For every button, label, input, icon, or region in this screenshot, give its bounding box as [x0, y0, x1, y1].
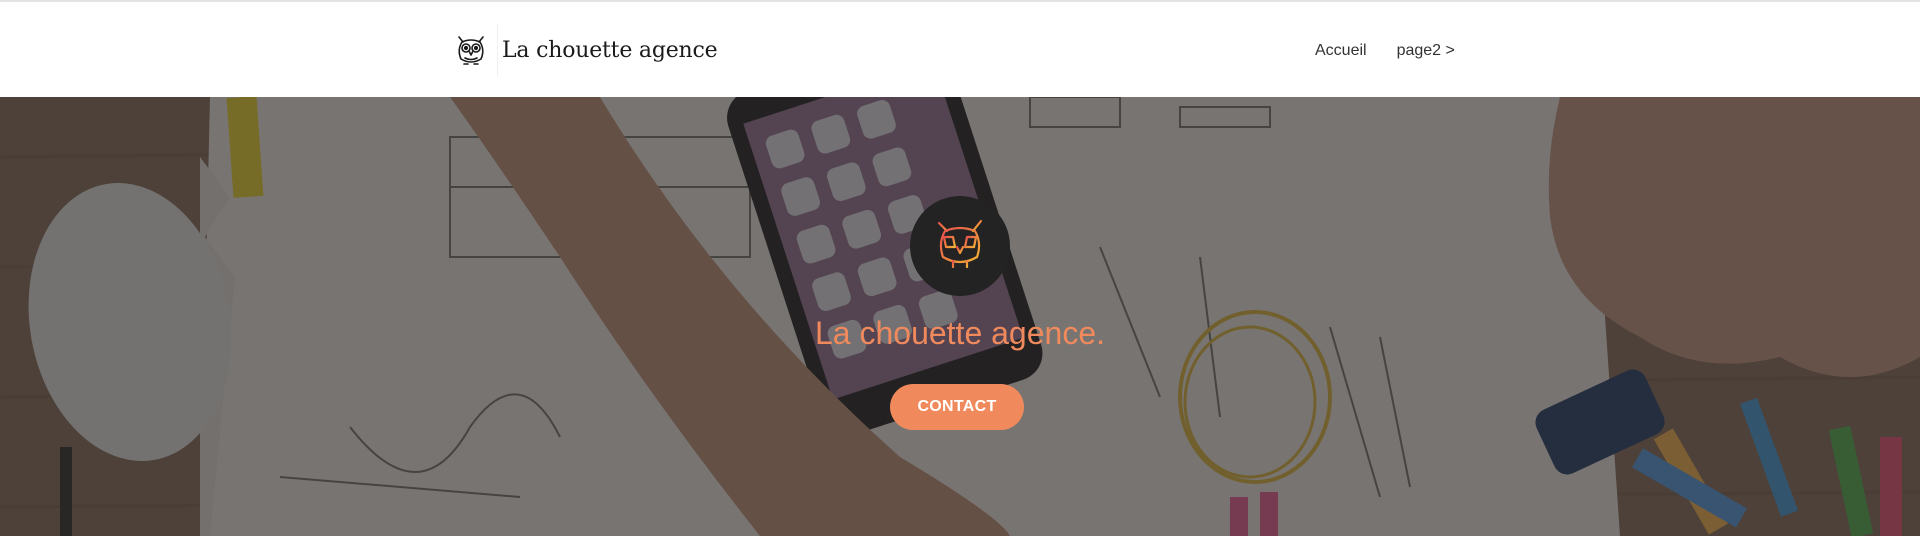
contact-button[interactable]: CONTACT [890, 384, 1024, 430]
main-nav: Accueil page2 > [1315, 42, 1455, 60]
page: La chouette agence Accueil page2 > La ch… [0, 0, 1920, 539]
nav-link-page2[interactable]: page2 > [1397, 42, 1455, 60]
hero-content: La chouette agence. CONTACT [0, 97, 1920, 536]
brand-name: La chouette agence [502, 37, 718, 63]
owl-icon [910, 196, 1010, 296]
owl-icon [445, 24, 498, 76]
brand-link[interactable]: La chouette agence [445, 24, 718, 76]
hero-section: La chouette agence. CONTACT [0, 97, 1920, 536]
hero-title: La chouette agence. [814, 315, 1105, 351]
nav-link-accueil[interactable]: Accueil [1315, 42, 1367, 60]
navbar: La chouette agence Accueil page2 > [0, 2, 1920, 97]
